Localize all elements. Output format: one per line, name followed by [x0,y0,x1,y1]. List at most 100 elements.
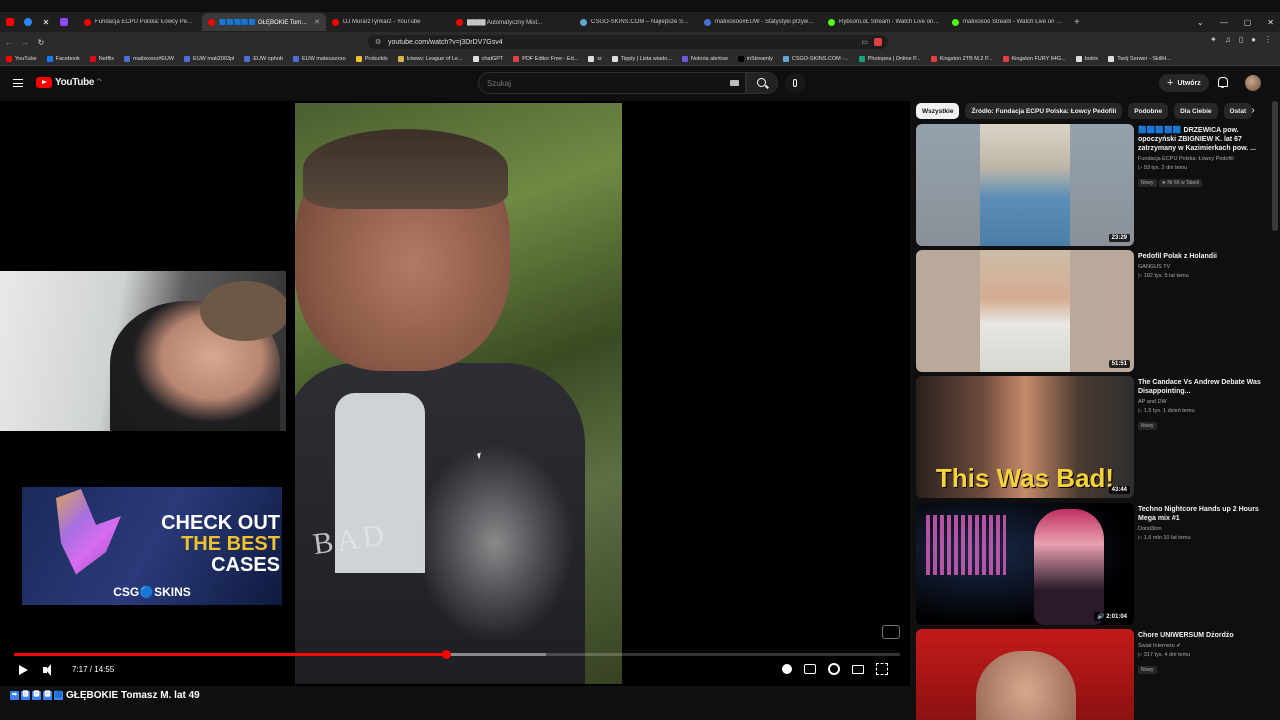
voice-search-button[interactable] [785,73,805,93]
bookmark-item[interactable]: Iciwwv: League of Le... [397,55,463,62]
settings-gear-icon[interactable] [828,663,840,675]
recommendation-channel[interactable]: AP and DW [1138,399,1270,405]
new-tab-button[interactable]: + [1074,17,1080,28]
notifications-bell-icon[interactable] [1217,77,1228,88]
bookmark-item[interactable]: sr [588,55,602,62]
channel-watermark-icon[interactable] [882,625,900,639]
pinned-tab-twitch[interactable] [56,14,72,30]
recommendation-channel[interactable]: GANGUS TV [1138,264,1270,270]
avatar[interactable] [1245,75,1261,91]
bookmark-item[interactable]: botrix [1075,55,1098,62]
pinned-tab-messenger[interactable] [20,14,36,30]
recommendation-thumbnail[interactable] [916,629,1134,720]
pinned-tab-youtube[interactable] [2,14,18,30]
play-button-icon[interactable] [19,665,28,675]
recommendation-channel[interactable]: Dorst3inn [1138,526,1270,532]
bookmark-item[interactable]: Tipply | Lista wiado... [611,55,672,62]
subtitles-icon[interactable] [804,664,816,674]
browser-tab[interactable]: ▇▇▇▇ Automatyczny Mixt... [450,13,574,31]
bookmark-item[interactable]: EUW mati2003pl [184,55,234,62]
bookmark-item[interactable]: YouTube [6,55,37,62]
browser-menu-icon[interactable]: ⋮ [1264,35,1272,44]
keyboard-icon[interactable] [730,80,739,86]
recommendation-channel[interactable]: Świat Internetu ✔ [1138,643,1270,649]
browser-tab[interactable]: Fundacja ECPU Polska: Łowcy Pedofili [78,13,202,31]
maximize-button[interactable]: ▢ [1244,18,1252,27]
browser-tab[interactable]: 🟦🟦🟦🟦🟦 GŁĘBOKIE Tomasz M. lat 49✕ [202,13,326,31]
search-input[interactable] [487,78,717,88]
recommendation-item[interactable]: 51:51 Pedofil Polak z Holandii GANGUS TV ▷ … [916,250,1276,372]
filter-chip[interactable]: Dla Ciebie [1174,103,1218,119]
bookmark-item[interactable]: Probuilds [355,55,388,62]
autoplay-toggle-icon[interactable] [782,664,792,674]
recommendation-item[interactable]: This Was Bad! 43:44 The Candace Vs Andrew … [916,376,1276,498]
tab-search-icon[interactable]: ⌄ [1197,18,1204,27]
recommendation-thumbnail[interactable]: 23:29 [916,124,1134,246]
filter-chip[interactable]: Podobne [1128,103,1169,119]
recommendation-channel[interactable]: Fundacja ECPU Polska: Łowcy Pedofili [1138,156,1270,162]
video-frame[interactable]: BAD [295,103,622,684]
bookmark-item[interactable]: Notoria alertow [681,55,728,62]
bookmark-item[interactable]: Photopea | Online P... [858,55,921,62]
volume-icon[interactable] [43,664,55,676]
filter-chip[interactable]: Wszystkie [916,103,960,119]
pinned-tab-x[interactable]: ✕ [38,14,54,30]
fullscreen-icon[interactable] [876,663,888,675]
site-info-icon[interactable]: ⚙ [375,38,381,46]
tab-close-icon[interactable]: ✕ [314,18,320,26]
sidepanel-icon[interactable]: ▯ [1239,35,1243,44]
close-window-button[interactable]: ✕ [1267,18,1274,27]
bookmark-item[interactable]: CSGO-SKINS.COM -... [782,55,849,62]
bookmark-item[interactable]: Kingston FURY 64G... [1002,55,1066,62]
install-app-icon[interactable]: ▭ [861,38,868,46]
video-player[interactable]: BAD CHECK OUT THE BEST CASES CSG🔵SKINS 7… [0,101,910,686]
reload-icon[interactable]: ↻ [34,38,48,47]
progress-bar[interactable] [14,650,900,659]
bookmark-label: EUW mateuszxxo [301,55,346,62]
bookmark-item[interactable]: Netflix [89,55,114,62]
back-icon[interactable]: ← [2,38,16,47]
recommendation-item[interactable]: 🔊 2:01:04 Techno Nightcore Hands up 2 Hou… [916,503,1276,625]
youtube-logo[interactable]: YouTube PL [36,77,102,88]
bookmark-item[interactable]: matixoxoo#EUW [124,55,174,62]
bookmark-favicon-icon [292,55,299,62]
recommendation-item[interactable]: 23:29 🟦🟦🟦🟦🟦 DRZEWICA pow. opoczyński ZBIG… [916,124,1276,246]
scrollbar[interactable] [1272,101,1278,231]
recommendation-thumbnail[interactable]: 51:51 [916,250,1134,372]
recommendation-title[interactable]: 🟦🟦🟦🟦🟦 DRZEWICA pow. opoczyński ZBIGNIEW … [1138,126,1270,153]
recommendation-thumbnail[interactable]: 🔊 2:01:04 [916,503,1134,625]
recommendation-item[interactable]: Chore UNIWERSUM Dżordżo Świat Internetu ✔… [916,629,1276,720]
recommendation-title[interactable]: Techno Nightcore Hands up 2 Hours Mega m… [1138,505,1270,523]
minimize-button[interactable]: — [1220,18,1228,27]
browser-tab[interactable]: DJ MurarzTynkarz - YouTube [326,13,450,31]
url-field[interactable]: ⚙ youtube.com/watch?v=j3DrDV7Gsv4 ▭ [368,35,888,49]
browser-tab[interactable]: RybsonLoL Stream - Watch Live on K... [822,13,946,31]
bookmark-item[interactable]: Facebook [46,55,80,62]
recommendation-thumbnail[interactable]: This Was Bad! 43:44 [916,376,1134,498]
bookmark-item[interactable]: chatGPT [472,55,503,62]
chevron-right-icon[interactable]: › [1246,104,1260,118]
browser-tab[interactable]: matixoxoo#EUW - Statystyki przywo... [698,13,822,31]
extension-badge-icon[interactable] [874,38,882,46]
profile-icon[interactable]: ● [1251,35,1256,44]
extensions-icon[interactable]: ✦ [1210,35,1217,44]
bookmark-item[interactable]: EUW ophob [244,55,283,62]
recommendation-title[interactable]: The Candace Vs Andrew Debate Was Disappo… [1138,378,1270,396]
search-button[interactable] [746,72,778,94]
forward-icon[interactable]: → [18,38,32,47]
bookmark-item[interactable]: PDF Editor Free - Ed... [513,55,578,62]
theater-mode-icon[interactable] [852,665,864,674]
media-icon[interactable]: ♫ [1225,35,1231,44]
bookmark-item[interactable]: EUW mateuszxxo [292,55,346,62]
bookmark-item[interactable]: Kingston 2TB M.2 P... [930,55,993,62]
recommendation-title[interactable]: Pedofil Polak z Holandii [1138,252,1270,261]
hamburger-menu-icon[interactable] [13,79,23,87]
tab-favicon-icon [332,18,339,26]
filter-chip[interactable]: Źródło: Fundacja ECPU Polska: Łowcy Pedo… [965,103,1123,119]
bookmark-item[interactable]: Twój Serwer - SkillH... [1108,55,1171,62]
browser-tab[interactable]: matixoxoo Stream - Watch Live on K... [946,13,1070,31]
browser-tab[interactable]: CSGO-SKINS.COM – Najlepsze Skrzy... [574,13,698,31]
bookmark-item[interactable]: inStreamly [737,55,773,62]
recommendation-title[interactable]: Chore UNIWERSUM Dżordżo [1138,631,1270,640]
create-button[interactable]: + Utwórz [1159,74,1209,92]
